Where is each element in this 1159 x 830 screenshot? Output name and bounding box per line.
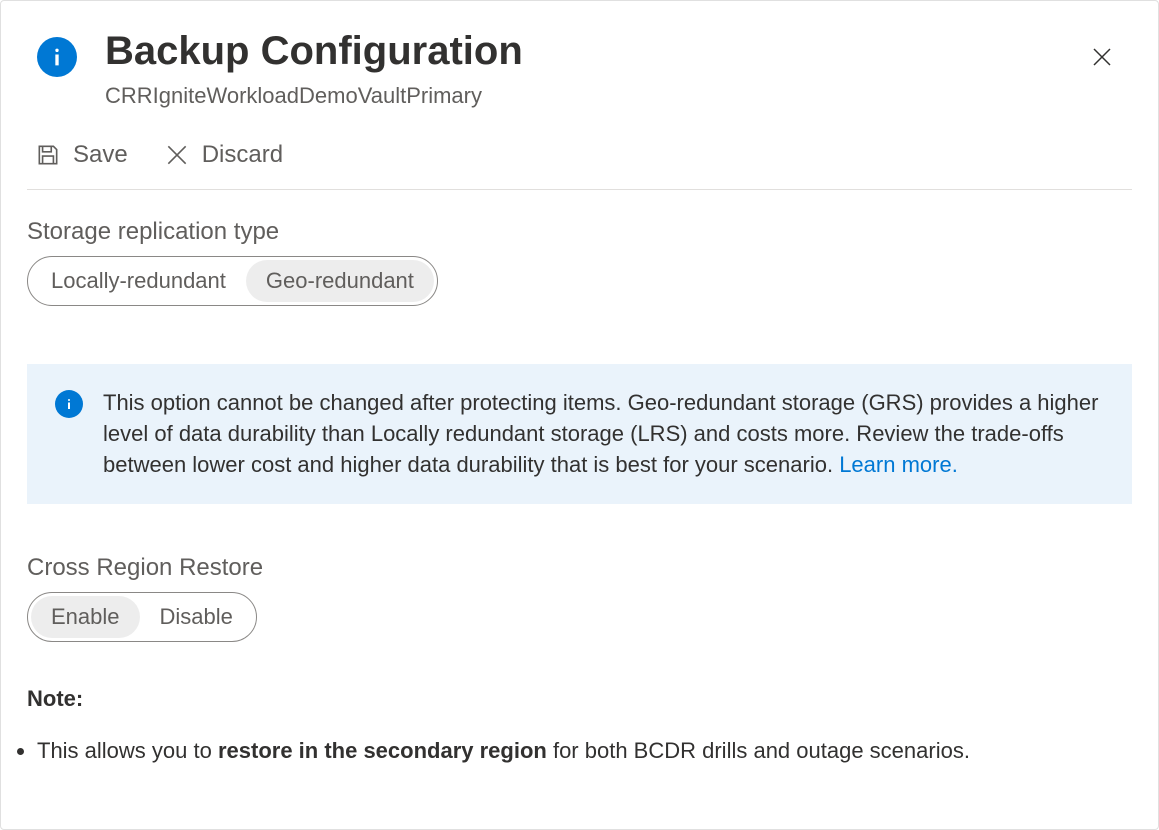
discard-button[interactable]: Discard [156, 137, 291, 173]
close-button[interactable] [1082, 37, 1122, 77]
info-icon [55, 390, 83, 418]
note-list: This allows you to restore in the second… [25, 736, 1132, 767]
page-subtitle: CRRIgniteWorkloadDemoVaultPrimary [105, 83, 1082, 109]
crr-option-enable[interactable]: Enable [31, 596, 140, 638]
info-icon [37, 37, 77, 77]
discard-icon [164, 142, 190, 168]
info-banner: This option cannot be changed after prot… [27, 364, 1132, 504]
replication-option-geo[interactable]: Geo-redundant [246, 260, 434, 302]
learn-more-link[interactable]: Learn more. [839, 452, 958, 477]
save-icon [35, 142, 61, 168]
page-title: Backup Configuration [105, 29, 1082, 73]
save-label: Save [73, 141, 128, 169]
note-label: Note: [27, 686, 1132, 712]
close-icon [1090, 45, 1114, 69]
crr-segmented: Enable Disable [27, 592, 257, 642]
note-item: This allows you to restore in the second… [37, 736, 1132, 767]
save-button[interactable]: Save [27, 137, 136, 173]
crr-label: Cross Region Restore [27, 554, 1132, 582]
replication-type-segmented: Locally-redundant Geo-redundant [27, 256, 438, 306]
info-banner-text: This option cannot be changed after prot… [103, 388, 1104, 480]
replication-option-local[interactable]: Locally-redundant [31, 260, 246, 302]
discard-label: Discard [202, 141, 283, 169]
replication-type-label: Storage replication type [27, 218, 1132, 246]
crr-option-disable[interactable]: Disable [140, 596, 253, 638]
